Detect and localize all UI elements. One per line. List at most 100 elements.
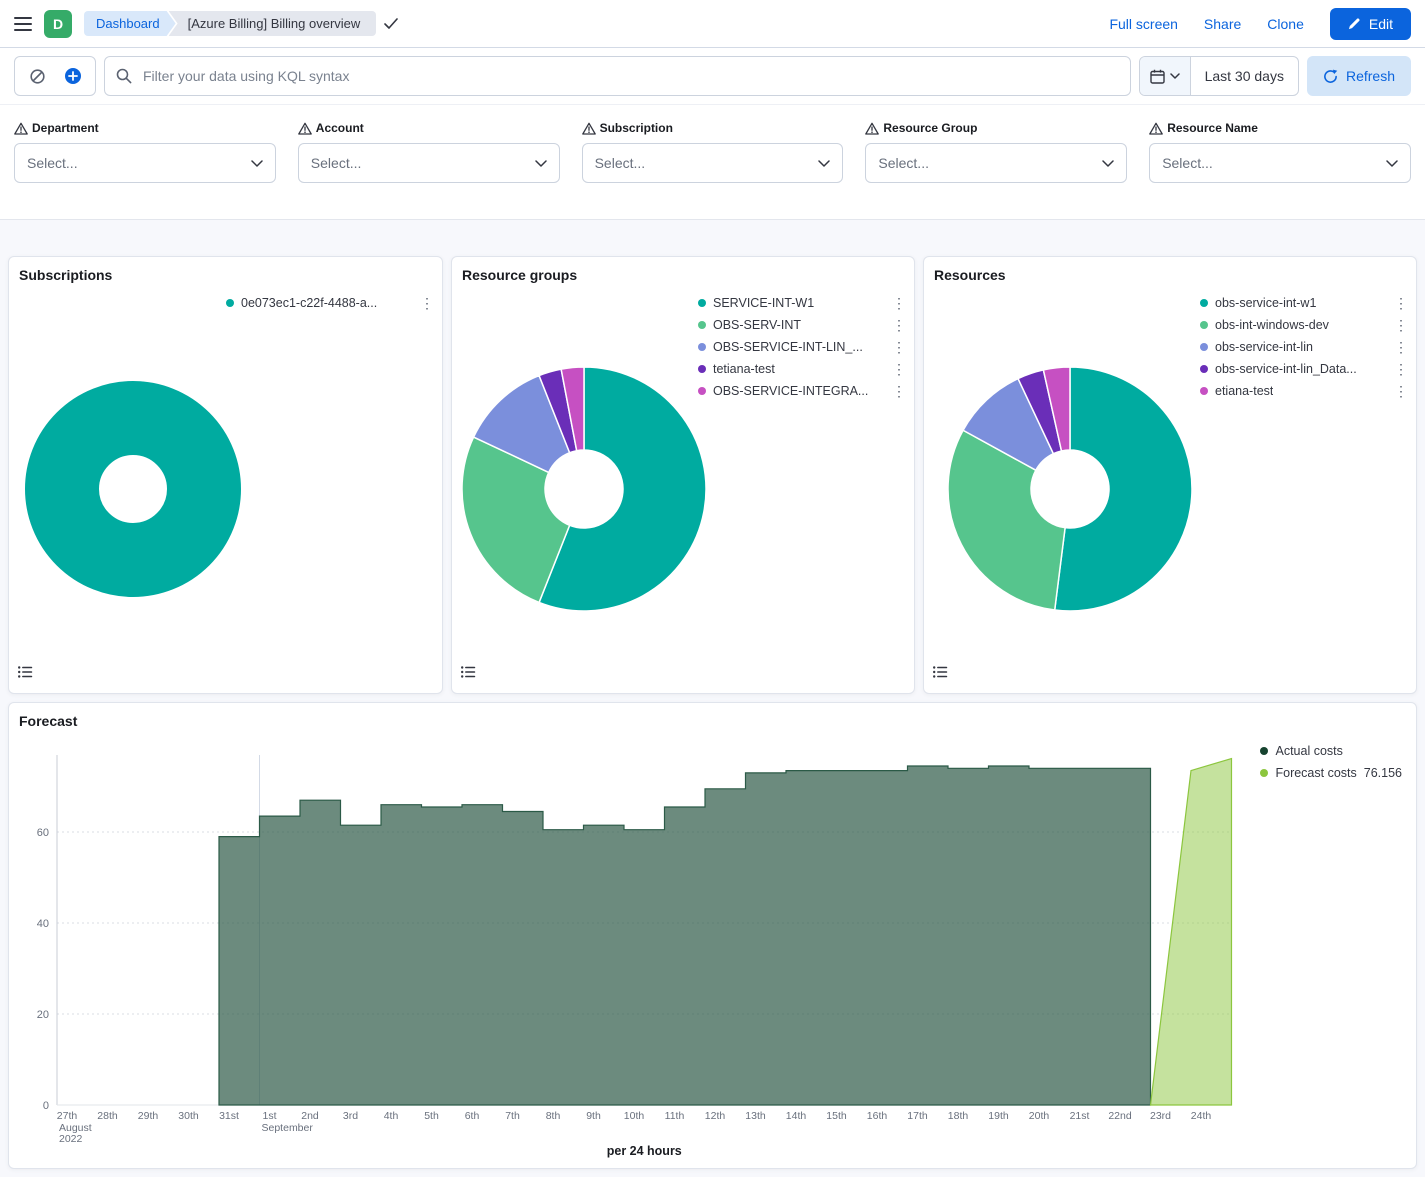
legend-label: OBS-SERV-INT — [713, 318, 801, 332]
legend-item[interactable]: SERVICE-INT-W1 ⋮ — [698, 293, 906, 312]
forecast-costs-area[interactable] — [1151, 759, 1232, 1106]
legend-menu-icon[interactable]: ⋮ — [882, 340, 906, 354]
time-range-value[interactable]: Last 30 days — [1191, 57, 1298, 95]
legend-menu-icon[interactable]: ⋮ — [410, 296, 434, 310]
actual-costs-area[interactable] — [219, 766, 1151, 1105]
legend-item[interactable]: obs-int-windows-dev ⋮ — [1200, 315, 1408, 334]
saved-query-icon[interactable] — [19, 60, 55, 92]
x-axis-tick-label: 21st — [1070, 1110, 1090, 1122]
legend-menu-icon[interactable]: ⋮ — [1384, 318, 1408, 332]
legend-label: etiana-test — [1215, 384, 1273, 398]
control-resource-group: Resource Group Select... — [865, 121, 1127, 183]
x-axis-tick-label: 4th — [384, 1110, 399, 1122]
breadcrumb-dashboard[interactable]: Dashboard — [84, 11, 176, 36]
panel-subscriptions: Subscriptions 0e073ec1-c22f-4488-a...⋮ — [8, 256, 443, 694]
legend-menu-icon[interactable]: ⋮ — [1384, 384, 1408, 398]
donut-chart[interactable] — [17, 373, 249, 605]
warning-icon — [582, 122, 596, 135]
warning-icon — [865, 122, 879, 135]
legend-toggle-icon[interactable] — [460, 664, 476, 685]
legend-toggle-icon[interactable] — [17, 664, 33, 685]
legend-dot — [698, 321, 706, 329]
account-select[interactable]: Select... — [298, 143, 560, 183]
legend-menu-icon[interactable]: ⋮ — [1384, 296, 1408, 310]
legend-menu-icon[interactable]: ⋮ — [882, 296, 906, 310]
edit-button[interactable]: Edit — [1330, 8, 1411, 40]
legend-item[interactable]: OBS-SERV-INT ⋮ — [698, 315, 906, 334]
date-picker: Last 30 days — [1139, 56, 1299, 96]
department-select[interactable]: Select... — [14, 143, 276, 183]
control-label: Resource Name — [1149, 121, 1411, 135]
x-axis-tick-label: 11th — [665, 1110, 685, 1122]
chevron-down-icon — [535, 160, 547, 167]
legend-dot — [1200, 387, 1208, 395]
x-axis-tick-label: 22nd — [1108, 1110, 1132, 1122]
legend-dot — [698, 343, 706, 351]
legend-item[interactable]: OBS-SERVICE-INTEGRA... ⋮ — [698, 381, 906, 400]
refresh-button[interactable]: Refresh — [1307, 56, 1411, 96]
share-link[interactable]: Share — [1204, 16, 1241, 32]
add-filter-icon[interactable] — [55, 60, 91, 92]
panel-title: Forecast — [19, 713, 77, 729]
legend-item[interactable]: obs-service-int-lin_Data...⋮ — [1200, 359, 1408, 378]
x-axis-tick-label: 18th — [948, 1110, 969, 1122]
legend-menu-icon[interactable]: ⋮ — [882, 384, 906, 398]
clone-link[interactable]: Clone — [1267, 16, 1304, 32]
legend-item[interactable]: obs-service-int-w1⋮ — [1200, 293, 1408, 312]
subscription-select[interactable]: Select... — [582, 143, 844, 183]
donut-chart[interactable] — [944, 363, 1196, 615]
check-icon[interactable] — [384, 18, 398, 29]
panel-resource-groups: Resource groups SERVICE-INT-W1⋮OBS-SERV-… — [451, 256, 915, 694]
x-axis-tick-label: 27th — [57, 1110, 78, 1122]
date-quick-menu-button[interactable] — [1140, 57, 1191, 95]
full-screen-link[interactable]: Full screen — [1109, 16, 1177, 32]
x-axis-tick-label: 13th — [745, 1110, 766, 1122]
menu-icon[interactable] — [14, 17, 32, 31]
x-axis-tick-label: 10th — [624, 1110, 645, 1122]
breadcrumb-current-dashboard[interactable]: [Azure Billing] Billing overview — [169, 11, 377, 36]
chart-legend: SERVICE-INT-W1⋮OBS-SERV-INT⋮OBS-SERVICE-… — [698, 293, 906, 400]
legend-item[interactable]: tetiana-test⋮ — [698, 359, 906, 378]
x-axis-tick-label: 3rd — [343, 1110, 358, 1122]
legend-item[interactable]: 0e073ec1-c22f-4488-a...⋮ — [226, 293, 434, 312]
month-label: September — [262, 1122, 314, 1134]
x-axis-tick-label: 8th — [546, 1110, 561, 1122]
resource-group-select[interactable]: Select... — [865, 143, 1127, 183]
control-label: Resource Group — [865, 121, 1127, 135]
search-icon — [116, 68, 132, 84]
legend-label: OBS-SERVICE-INT-LIN_... — [713, 340, 863, 354]
legend-item[interactable]: OBS-SERVICE-INT-LIN_... ⋮ — [698, 337, 906, 356]
legend-item[interactable]: obs-service-int-lin⋮ — [1200, 337, 1408, 356]
legend-label: obs-int-windows-dev — [1215, 318, 1329, 332]
resource-name-select[interactable]: Select... — [1149, 143, 1411, 183]
x-axis-tick-label: 28th — [97, 1110, 118, 1122]
legend-menu-icon[interactable]: ⋮ — [1384, 340, 1408, 354]
pie-slice[interactable] — [1055, 367, 1192, 611]
legend-menu-icon[interactable]: ⋮ — [1384, 362, 1408, 376]
forecast-area-chart[interactable]: 020406027th28th29th30th31st1st2nd3rd4th5… — [17, 731, 1408, 1168]
calendar-icon — [1150, 69, 1165, 84]
x-axis-tick-label: 31st — [219, 1110, 239, 1122]
legend-menu-icon[interactable]: ⋮ — [882, 362, 906, 376]
chevron-down-icon — [1386, 160, 1398, 167]
x-axis-tick-label: 2nd — [301, 1110, 319, 1122]
kql-search-input[interactable] — [104, 56, 1131, 96]
legend-label: OBS-SERVICE-INTEGRA... — [713, 384, 868, 398]
donut-chart[interactable] — [458, 363, 710, 615]
panel-resources: Resources obs-service-int-w1⋮obs-int-win… — [923, 256, 1417, 694]
x-axis-tick-label: 29th — [138, 1110, 159, 1122]
control-department: Department Select... — [14, 121, 276, 183]
control-label: Department — [14, 121, 276, 135]
kql-search — [104, 56, 1131, 96]
space-avatar[interactable]: D — [44, 10, 72, 38]
filter-button-group — [14, 56, 96, 96]
x-axis-tick-label: 19th — [988, 1110, 1009, 1122]
x-axis-tick-label: 5th — [424, 1110, 439, 1122]
legend-dot — [1200, 321, 1208, 329]
panel-title: Resource groups — [462, 267, 577, 283]
control-label: Subscription — [582, 121, 844, 135]
legend-menu-icon[interactable]: ⋮ — [882, 318, 906, 332]
legend-item[interactable]: etiana-test ⋮ — [1200, 381, 1408, 400]
legend-toggle-icon[interactable] — [932, 664, 948, 685]
legend-label: SERVICE-INT-W1 — [713, 296, 814, 310]
